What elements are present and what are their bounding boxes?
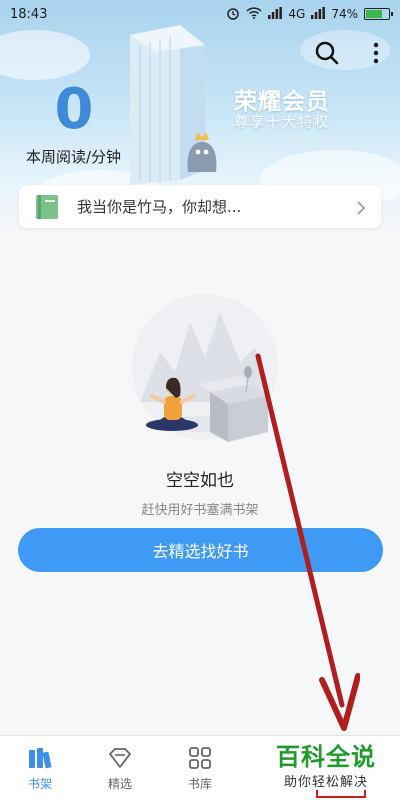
annotation-frame: [316, 790, 366, 798]
watermark-subtitle: 助你轻松解决: [284, 775, 369, 790]
recent-book-title: 我当你是竹马，你却想...: [77, 198, 242, 216]
search-icon[interactable]: [314, 40, 340, 66]
nav-item-bookshelf[interactable]: 书架: [0, 736, 80, 800]
battery-percent: 74%: [331, 7, 358, 21]
nav-label-bookshelf: 书架: [27, 776, 52, 791]
empty-shelf-illustration: [130, 292, 280, 442]
nav-item-library[interactable]: 书库: [160, 736, 240, 800]
nav-label-featured: 精选: [107, 776, 132, 791]
signal-icon: [268, 6, 283, 22]
recent-book-card[interactable]: 我当你是竹马，你却想...: [19, 185, 381, 228]
nav-label-library: 书库: [187, 776, 212, 791]
bookshelf-icon: [27, 745, 53, 771]
signal-icon-2: [311, 6, 326, 22]
mascot-icon: [178, 128, 226, 176]
alarm-icon: [226, 6, 240, 23]
chevron-right-icon: [355, 200, 367, 215]
network-type: 4G: [288, 7, 306, 21]
more-options-icon[interactable]: [368, 40, 384, 66]
diamond-icon: [107, 745, 133, 771]
browse-featured-button[interactable]: 去精选找好书: [18, 528, 383, 572]
watermark-logo: 百科全说 助你轻松解决: [268, 737, 396, 797]
grid-icon: [187, 745, 213, 771]
empty-state-title: 空空如也: [166, 471, 234, 491]
nav-item-featured[interactable]: 精选: [80, 736, 160, 800]
weekly-reading-label: 本周阅读/分钟: [26, 148, 122, 166]
watermark-title: 百科全说: [276, 743, 376, 771]
wifi-icon: [246, 6, 262, 22]
weekly-reading-minutes: 0: [54, 77, 94, 142]
book-cover-icon: [35, 194, 59, 220]
vip-title[interactable]: 荣耀会员: [234, 82, 330, 116]
empty-state-subtitle: 赶快用好书塞满书架: [141, 503, 259, 518]
battery-icon: [364, 8, 393, 20]
vip-subtitle[interactable]: 尊享十大特权: [234, 112, 330, 132]
